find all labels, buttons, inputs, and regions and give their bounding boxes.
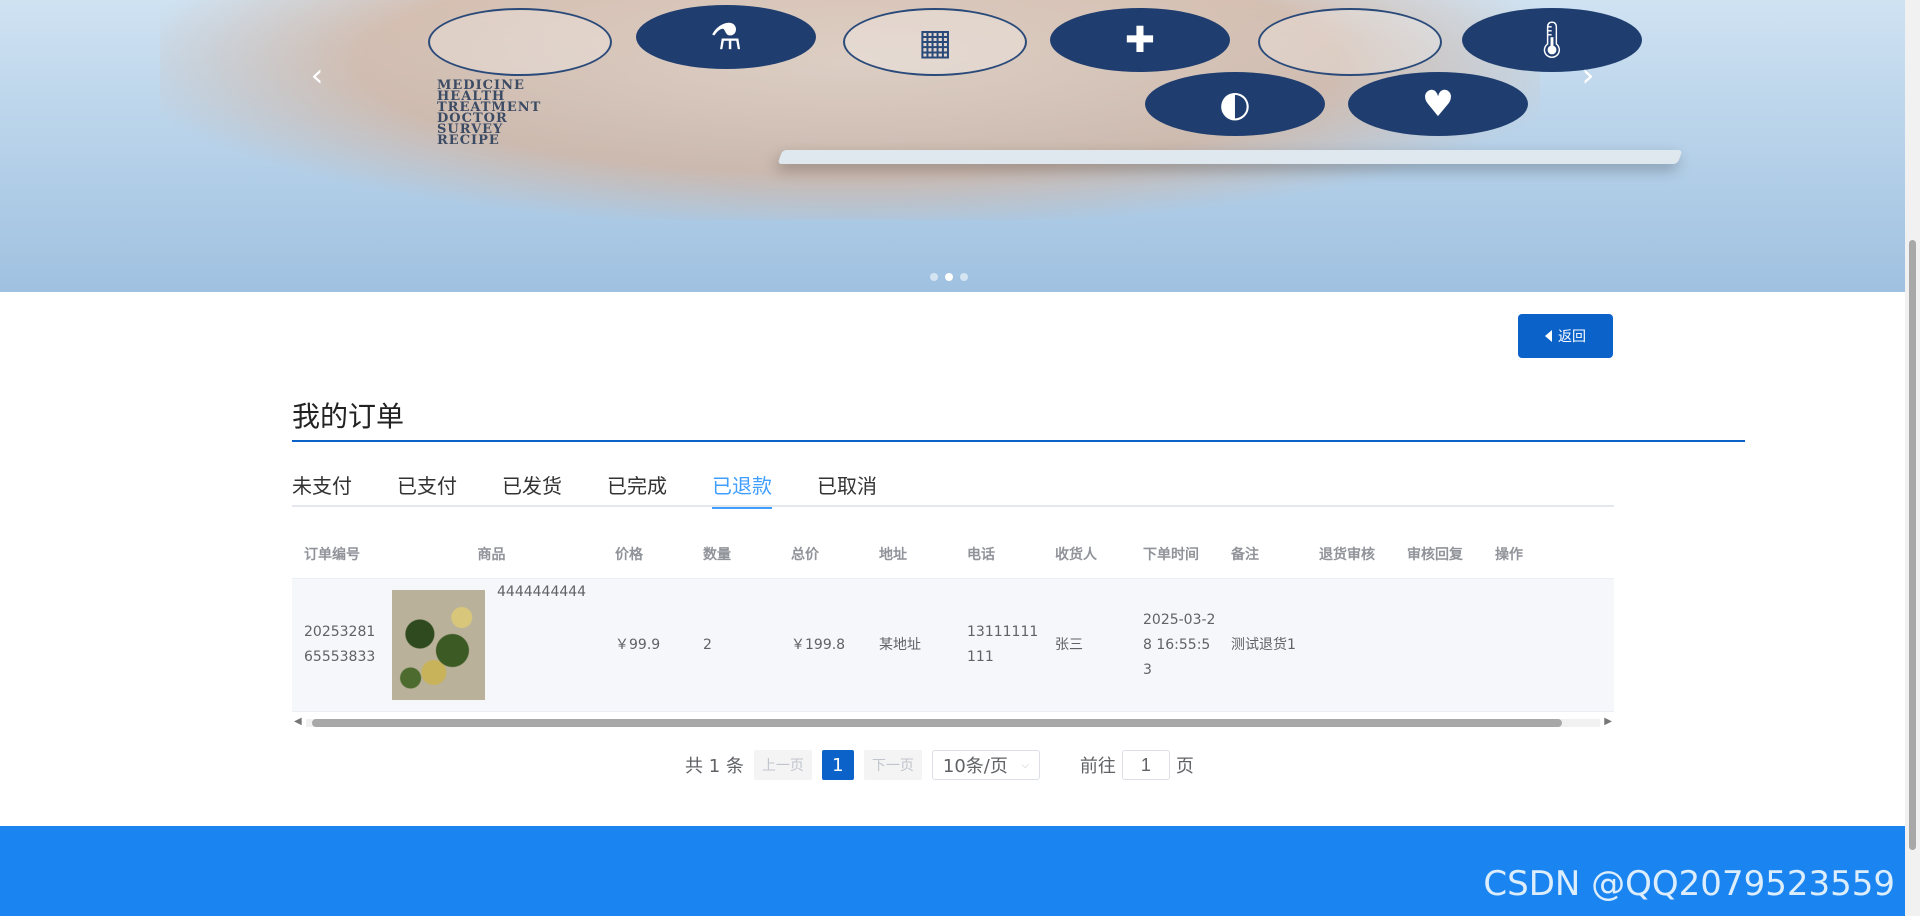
column-header: 退货审核 bbox=[1319, 547, 1375, 563]
address: 某地址 bbox=[879, 636, 921, 653]
carousel-dot[interactable] bbox=[930, 273, 938, 281]
banner-medical-text: MEDICINE HEALTH TREATMENT DOCTOR SURVEY … bbox=[437, 79, 541, 148]
watermark: CSDN @QQ2079523559 bbox=[1483, 864, 1895, 904]
column-header: 数量 bbox=[703, 547, 731, 563]
banner-carousel: ⚗ ▦ ✚ 🌡 ◐ ♥ MEDICINE HEALTH TREATMENT DO… bbox=[0, 0, 1905, 292]
circle-outline-icon bbox=[1258, 8, 1442, 76]
carousel-indicators bbox=[930, 273, 968, 281]
tab-completed[interactable]: 已完成 bbox=[607, 470, 667, 507]
page-size-select[interactable]: 10条/页 ⌵ bbox=[931, 750, 1040, 780]
pagination: 共 1 条 上一页 1 下一页 10条/页 ⌵ 前往 页 bbox=[685, 750, 1194, 780]
column-header: 订单编号 bbox=[304, 547, 360, 563]
back-button-label: 返回 bbox=[1558, 329, 1586, 345]
circle-outline-icon bbox=[428, 8, 612, 76]
remark: 测试退货1 bbox=[1231, 636, 1296, 653]
column-header: 备注 bbox=[1231, 547, 1259, 563]
receiver: 张三 bbox=[1055, 636, 1083, 653]
carousel-dot[interactable] bbox=[960, 273, 968, 281]
heart-rate-icon: ♥ bbox=[1348, 72, 1528, 136]
orders-table: 订单编号 商品 价格 数量 总价 地址 电话 收货人 下单时间 备注 退货审核 … bbox=[292, 530, 1614, 712]
order-time: 2025-03-28 16:55:53 bbox=[1143, 611, 1216, 678]
goto-label: 前往 bbox=[1079, 756, 1116, 777]
quantity: 2 bbox=[703, 636, 712, 653]
order-status-tabs: 未支付 已支付 已发货 已完成 已退款 已取消 bbox=[292, 470, 922, 509]
page-title: 我的订单 bbox=[292, 400, 405, 433]
scroll-left-icon[interactable]: ◀ bbox=[294, 716, 302, 727]
tab-shipped[interactable]: 已发货 bbox=[502, 470, 562, 507]
table-horizontal-scrollbar[interactable]: ◀ ▶ bbox=[292, 716, 1614, 728]
column-header: 收货人 bbox=[1055, 547, 1097, 563]
page-suffix: 页 bbox=[1175, 756, 1194, 777]
flask-icon: ⚗ bbox=[636, 5, 816, 69]
title-divider bbox=[292, 440, 1745, 442]
carousel-next-icon[interactable]: › bbox=[1573, 59, 1603, 91]
price: ￥99.9 bbox=[615, 636, 661, 653]
goto-page: 前往 页 bbox=[1080, 750, 1194, 780]
carousel-prev-icon[interactable]: ‹ bbox=[302, 59, 332, 91]
pill-icon: ◐ bbox=[1145, 72, 1325, 136]
tab-refunded[interactable]: 已退款 bbox=[712, 470, 772, 509]
order-number: 2025328165553833 bbox=[304, 624, 376, 665]
tab-cancelled[interactable]: 已取消 bbox=[817, 470, 877, 507]
product-thumbnail[interactable] bbox=[392, 590, 485, 700]
product-name: 4444444444 bbox=[497, 584, 587, 600]
footer: CSDN @QQ2079523559 bbox=[0, 826, 1905, 916]
scrollbar-thumb[interactable] bbox=[312, 719, 1562, 727]
column-header: 地址 bbox=[879, 547, 907, 563]
medical-cross-icon: ✚ bbox=[1050, 8, 1230, 72]
carousel-dot-active[interactable] bbox=[945, 273, 953, 281]
phone: 13111111111 bbox=[967, 624, 1039, 665]
page-size-value: 10条/页 bbox=[942, 756, 1008, 777]
thermometer-icon: 🌡 bbox=[1462, 8, 1642, 72]
prev-page-button[interactable]: 上一页 bbox=[753, 750, 812, 780]
banner-text-line: RECIPE bbox=[437, 133, 500, 148]
chevron-down-icon: ⌵ bbox=[1021, 759, 1029, 771]
page-number-active[interactable]: 1 bbox=[821, 750, 854, 780]
tabs-baseline bbox=[292, 505, 1614, 507]
tablet-image bbox=[777, 150, 1683, 164]
total-price: ￥199.8 bbox=[791, 636, 846, 653]
column-header: 价格 bbox=[615, 547, 643, 563]
clipboard-icon: ▦ bbox=[843, 8, 1027, 76]
tab-unpaid[interactable]: 未支付 bbox=[292, 470, 352, 507]
column-header: 下单时间 bbox=[1143, 547, 1199, 563]
back-button[interactable]: 返回 bbox=[1518, 314, 1613, 358]
page: ⚗ ▦ ✚ 🌡 ◐ ♥ MEDICINE HEALTH TREATMENT DO… bbox=[0, 0, 1920, 916]
column-header: 商品 bbox=[477, 547, 506, 563]
column-header: 总价 bbox=[791, 547, 819, 563]
column-header: 审核回复 bbox=[1407, 547, 1463, 563]
page-vertical-scrollbar[interactable] bbox=[1905, 0, 1920, 916]
next-page-button[interactable]: 下一页 bbox=[863, 750, 922, 780]
tab-paid[interactable]: 已支付 bbox=[397, 470, 457, 507]
table-header: 订单编号 商品 价格 数量 总价 地址 电话 收货人 下单时间 备注 退货审核 … bbox=[292, 530, 1614, 579]
product: 4444444444 bbox=[392, 584, 603, 700]
total-count: 共 1 条 bbox=[685, 756, 744, 777]
scroll-right-icon[interactable]: ▶ bbox=[1604, 716, 1612, 727]
goto-page-input[interactable] bbox=[1121, 750, 1170, 780]
table-row[interactable]: 2025328165553833 4444444444 ￥99.9 2 ￥199… bbox=[292, 579, 1614, 712]
product-cell: 4444444444 bbox=[380, 584, 603, 700]
caret-left-icon bbox=[1545, 330, 1552, 342]
column-header: 操作 bbox=[1495, 547, 1523, 563]
vertical-scrollbar-thumb[interactable] bbox=[1909, 240, 1916, 850]
column-header: 电话 bbox=[967, 547, 995, 563]
